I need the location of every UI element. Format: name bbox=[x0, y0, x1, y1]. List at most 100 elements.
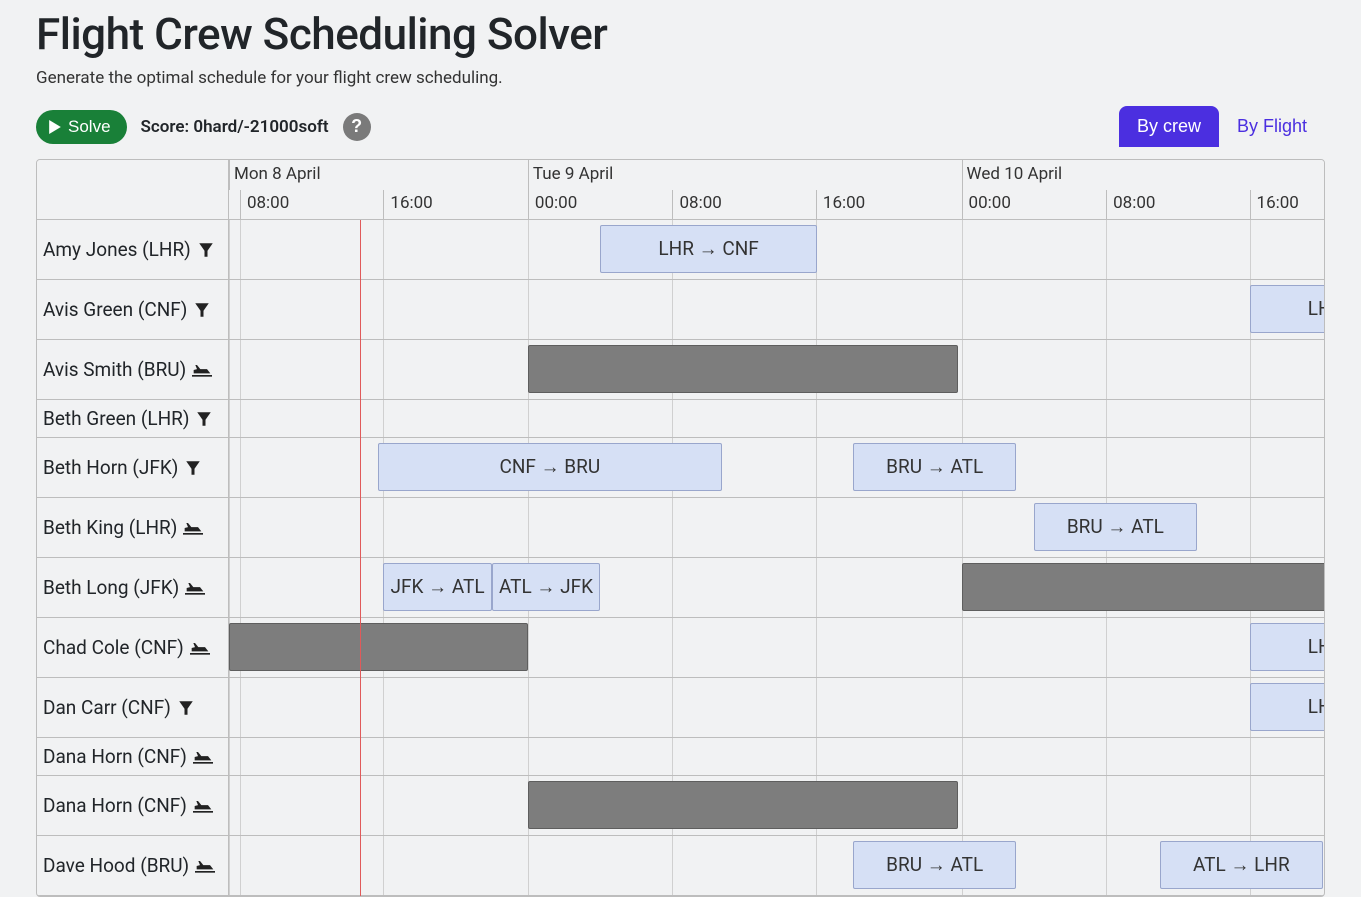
grid-line bbox=[240, 220, 241, 279]
grid-line bbox=[240, 498, 241, 557]
grid-line bbox=[816, 618, 817, 677]
grid-line bbox=[816, 836, 817, 895]
grid-line bbox=[672, 558, 673, 617]
grid-line bbox=[672, 738, 673, 775]
grid-line bbox=[816, 400, 817, 437]
row-body bbox=[229, 776, 1324, 835]
flight-event[interactable]: BRU → ATL bbox=[853, 443, 1016, 491]
grid-line bbox=[1106, 438, 1107, 497]
tab-by-crew[interactable]: By crew bbox=[1119, 106, 1219, 147]
crew-label: Chad Cole (CNF) bbox=[37, 618, 229, 677]
row-body bbox=[229, 738, 1324, 775]
flight-event[interactable]: JFK → ATL bbox=[383, 563, 491, 611]
grid-line bbox=[816, 678, 817, 737]
grid-line bbox=[816, 738, 817, 775]
grid-line bbox=[229, 836, 230, 895]
grid-line bbox=[1106, 340, 1107, 399]
tab-by-flight[interactable]: By Flight bbox=[1219, 106, 1325, 147]
grid-line bbox=[672, 836, 673, 895]
grid-line bbox=[1106, 220, 1107, 279]
glass-icon bbox=[195, 410, 213, 428]
flight-event[interactable]: ATL → JFK bbox=[492, 563, 600, 611]
glass-icon bbox=[197, 241, 215, 259]
row-body: LHR → CNF bbox=[229, 220, 1324, 279]
hour-header: 16:00 bbox=[383, 190, 432, 220]
flight-event[interactable]: LHR → CNF bbox=[600, 225, 817, 273]
flight-event[interactable]: CNF → BRU bbox=[378, 443, 722, 491]
unavailable-block[interactable] bbox=[229, 623, 528, 671]
grid-line bbox=[528, 738, 529, 775]
row-body: BRU → ATL bbox=[229, 498, 1324, 557]
hour-header: 16:00 bbox=[816, 190, 865, 220]
grid-line bbox=[383, 340, 384, 399]
grid-line bbox=[1106, 618, 1107, 677]
page-title: Flight Crew Scheduling Solver bbox=[36, 8, 1325, 60]
unavailable-block[interactable] bbox=[528, 781, 958, 829]
grid-line bbox=[229, 498, 230, 557]
grid-line bbox=[528, 220, 529, 279]
grid-line bbox=[528, 618, 529, 677]
play-icon bbox=[48, 120, 62, 134]
solve-button[interactable]: Solve bbox=[36, 110, 127, 144]
crew-label: Beth King (LHR) bbox=[37, 498, 229, 557]
crew-row: Amy Jones (LHR) LHR → CNF bbox=[37, 220, 1324, 280]
flight-event[interactable]: LHR → CNF bbox=[1250, 683, 1325, 731]
flight-event[interactable]: BRU → ATL bbox=[1034, 503, 1197, 551]
grid-line bbox=[962, 220, 963, 279]
day-header: Tue 9 April bbox=[528, 160, 613, 190]
unavailable-block[interactable] bbox=[528, 345, 958, 393]
hour-header: 08:00 bbox=[672, 190, 721, 220]
grid-line bbox=[962, 498, 963, 557]
grid-line bbox=[672, 678, 673, 737]
row-body: LHR → CNF bbox=[229, 618, 1324, 677]
grid-line bbox=[229, 340, 230, 399]
crew-name: Beth Horn (JFK) bbox=[43, 456, 178, 479]
crew-label: Avis Green (CNF) bbox=[37, 280, 229, 339]
row-body: JFK → ATLATL → JFK bbox=[229, 558, 1324, 617]
glass-icon bbox=[177, 699, 195, 717]
grid-line bbox=[383, 220, 384, 279]
unavailable-block[interactable] bbox=[962, 563, 1325, 611]
grid-line bbox=[962, 400, 963, 437]
grid-line bbox=[229, 220, 230, 279]
grid-line bbox=[229, 678, 230, 737]
hour-header: 08:00 bbox=[240, 190, 289, 220]
grid-line bbox=[672, 498, 673, 557]
grid-line bbox=[1250, 438, 1251, 497]
grid-line bbox=[383, 498, 384, 557]
crew-row: Dana Horn (CNF) bbox=[37, 738, 1324, 776]
crew-name: Chad Cole (CNF) bbox=[43, 636, 184, 659]
grid-line bbox=[816, 498, 817, 557]
grid-line bbox=[528, 280, 529, 339]
crew-label: Avis Smith (BRU) bbox=[37, 340, 229, 399]
crew-label: Beth Horn (JFK) bbox=[37, 438, 229, 497]
grid-line bbox=[240, 340, 241, 399]
flight-event[interactable]: LHR → CNF bbox=[1250, 285, 1325, 333]
grid-line bbox=[816, 438, 817, 497]
help-button[interactable]: ? bbox=[343, 113, 371, 141]
solve-button-label: Solve bbox=[68, 117, 111, 137]
hour-header: 16:00 bbox=[1250, 190, 1299, 220]
crew-name: Dan Carr (CNF) bbox=[43, 696, 171, 719]
row-body bbox=[229, 340, 1324, 399]
grid-line bbox=[229, 280, 230, 339]
timeline-header: Mon 8 AprilTue 9 AprilWed 10 April08:001… bbox=[37, 160, 1324, 220]
grid-line bbox=[1106, 836, 1107, 895]
crew-label: Amy Jones (LHR) bbox=[37, 220, 229, 279]
grid-line bbox=[240, 438, 241, 497]
crew-row: Dana Horn (CNF) bbox=[37, 776, 1324, 836]
crew-label: Beth Long (JFK) bbox=[37, 558, 229, 617]
grid-line bbox=[962, 678, 963, 737]
crew-row: Beth Green (LHR) bbox=[37, 400, 1324, 438]
crew-name: Beth King (LHR) bbox=[43, 516, 177, 539]
grid-line bbox=[1106, 738, 1107, 775]
grid-line bbox=[816, 558, 817, 617]
crew-name: Amy Jones (LHR) bbox=[43, 238, 191, 261]
grid-line bbox=[240, 836, 241, 895]
grid-line bbox=[1250, 220, 1251, 279]
flight-event[interactable]: LHR → CNF bbox=[1250, 623, 1325, 671]
plane-icon bbox=[192, 362, 212, 378]
crew-label: Dana Horn (CNF) bbox=[37, 738, 229, 775]
score-label: Score: 0hard/-21000soft bbox=[141, 117, 329, 137]
grid-line bbox=[528, 498, 529, 557]
